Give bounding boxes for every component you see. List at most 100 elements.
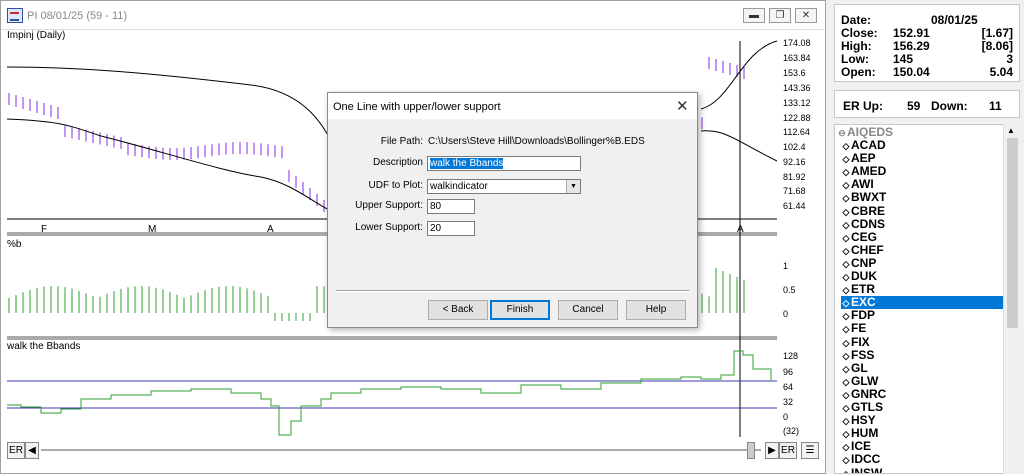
low-change: 3 [1006, 52, 1013, 66]
scroll-up-icon[interactable]: ▲ [1007, 126, 1015, 135]
udf-label: UDF to Plot: [368, 180, 423, 191]
high-value: 156.29 [893, 39, 930, 53]
scroll-track[interactable] [41, 449, 761, 451]
upper-band [6, 66, 332, 142]
udf-select[interactable]: walkindicator ▼ [427, 179, 581, 194]
diamond-icon: ◇ [842, 350, 850, 361]
chevron-down-icon[interactable]: ▼ [566, 180, 580, 193]
menu-icon: ☰ [805, 445, 815, 456]
lower-support-value: 20 [430, 223, 442, 234]
symbol-list-item[interactable]: ◇ FSS [841, 348, 1011, 362]
list-scrollbar[interactable]: ▲ [1003, 124, 1021, 474]
symbol-list-item[interactable]: ◇ IDCC [841, 453, 1011, 466]
er-down-label: Down: [931, 99, 968, 113]
lower-support-input[interactable]: 20 [427, 221, 475, 236]
diamond-icon: ◇ [842, 232, 850, 243]
list-scroll-thumb[interactable] [1007, 138, 1018, 328]
date-label: Date: [841, 13, 872, 27]
high-change: [8.06] [981, 39, 1013, 53]
symbol-list-item[interactable]: ◇ DUK [841, 270, 1011, 283]
diamond-icon: ◇ [842, 429, 850, 440]
arrow-left-icon: ◀ [28, 445, 36, 456]
diamond-icon: ◇ [842, 337, 850, 348]
symbol-list-item[interactable]: ◇ FDP [841, 309, 1011, 322]
symbol-list-item[interactable]: ◇ AEP [841, 152, 1011, 165]
diamond-icon: ◇ [842, 180, 850, 191]
diamond-icon: ◇ [842, 403, 850, 413]
diamond-icon: ◇ [842, 245, 850, 256]
dialog-title-bar: One Line with upper/lower support ✕ [328, 93, 697, 119]
file-path-value: C:\Users\Steve Hill\Downloads\Bollinger%… [428, 136, 645, 147]
diamond-icon: ◇ [842, 272, 850, 282]
scroll-left-button[interactable]: ◀ [25, 442, 39, 459]
symbol-list-item[interactable]: ◇ EXC [841, 296, 1011, 310]
diamond-icon: ◇ [842, 468, 850, 474]
upper-support-value: 80 [430, 201, 442, 212]
symbol-list-item[interactable]: ◇ CHEF [841, 243, 1011, 257]
symbol-list-item[interactable]: ◇ CDNS [841, 217, 1011, 231]
symbol-list-item[interactable]: ◇ ICE [841, 440, 1011, 453]
cancel-button[interactable]: Cancel [558, 300, 618, 320]
scroll-thumb[interactable] [747, 442, 755, 459]
symbol-list-item[interactable]: ◇ AMED [841, 165, 1011, 178]
help-button[interactable]: Help [626, 300, 686, 320]
diamond-icon: ◇ [842, 416, 850, 427]
symbol-list-item[interactable]: ◇ BWXT [841, 191, 1011, 204]
symbol-list-item[interactable]: ◇ ACAD [841, 139, 1011, 152]
dialog-divider [336, 290, 689, 292]
symbol-list-item[interactable]: ◇ CBRE [841, 204, 1011, 218]
diamond-icon: ◇ [842, 167, 850, 178]
symbol-list-item[interactable]: ◇ GLW [841, 374, 1011, 388]
open-label: Open: [841, 65, 876, 79]
symbol-list-item[interactable]: ◇ GNRC [841, 387, 1011, 401]
diamond-icon: ◇ [842, 206, 850, 217]
walk-indicator-line [7, 350, 772, 436]
finish-button[interactable]: Finish [490, 300, 550, 320]
symbol-list-item[interactable]: ◇ ETR [841, 283, 1011, 296]
upper-support-input[interactable]: 80 [427, 199, 475, 214]
symbol-list-item[interactable]: ◇ HUM [841, 427, 1011, 440]
low-value: 145 [893, 52, 914, 66]
diamond-icon: ◇ [842, 141, 850, 151]
description-value: walk the Bbands [430, 158, 504, 169]
diamond-icon: ◇ [842, 389, 850, 400]
diamond-icon: ◇ [842, 298, 850, 309]
menu-lines-button[interactable]: ☰ [801, 442, 819, 459]
diamond-icon: ◇ [842, 442, 850, 453]
symbol-list-item[interactable]: ◇ CEG [841, 230, 1011, 244]
diamond-icon: ◇ [842, 219, 850, 230]
upper-band [700, 40, 778, 110]
diamond-icon: ◇ [842, 324, 850, 335]
er-up-value: 59 [907, 99, 921, 113]
diamond-icon: ◇ [842, 311, 850, 322]
low-label: Low: [841, 52, 869, 66]
scroll-er-left-button[interactable]: ER [7, 442, 25, 459]
arrow-right-icon: ▶ [768, 445, 776, 456]
back-button[interactable]: < Back [428, 300, 488, 320]
diamond-icon: ◇ [842, 154, 850, 165]
close-change: [1.67] [981, 26, 1013, 40]
date-value: 08/01/25 [931, 13, 978, 27]
scroll-right-button[interactable]: ▶ [765, 442, 779, 459]
description-label: Description [372, 157, 423, 168]
close-value: 152.91 [893, 26, 930, 40]
diamond-icon: ◇ [842, 258, 850, 269]
close-label: Close: [841, 26, 878, 40]
symbol-list-item[interactable]: ◇ GTLS [841, 401, 1011, 414]
description-input[interactable]: walk the Bbands [427, 156, 581, 171]
scroll-er-right-button[interactable]: ER [779, 442, 797, 459]
symbol-list-item[interactable]: ◇ FIX [841, 335, 1011, 349]
lower-band [700, 130, 778, 162]
er-down-value: 11 [989, 99, 1002, 113]
symbol-list-item[interactable]: ◇ AWI [841, 178, 1011, 191]
one-line-support-dialog: One Line with upper/lower support ✕ File… [327, 92, 698, 328]
symbol-list-item[interactable]: ◇ CNP [841, 256, 1011, 270]
dialog-close-icon[interactable]: ✕ [676, 97, 689, 115]
open-value: 150.04 [893, 65, 930, 79]
symbol-list-item[interactable]: ◇ INSW [841, 466, 1011, 474]
er-summary-panel: ER Up: 59 Down: 11 [834, 90, 1020, 118]
symbol-list-item[interactable]: ◇ GL [841, 361, 1011, 375]
symbol-list-item[interactable]: ◇ FE [841, 322, 1011, 335]
quote-info-panel: Date: 08/01/25 Close: 152.91 [1.67] High… [834, 4, 1020, 82]
symbol-list-item[interactable]: ◇ HSY [841, 414, 1011, 427]
